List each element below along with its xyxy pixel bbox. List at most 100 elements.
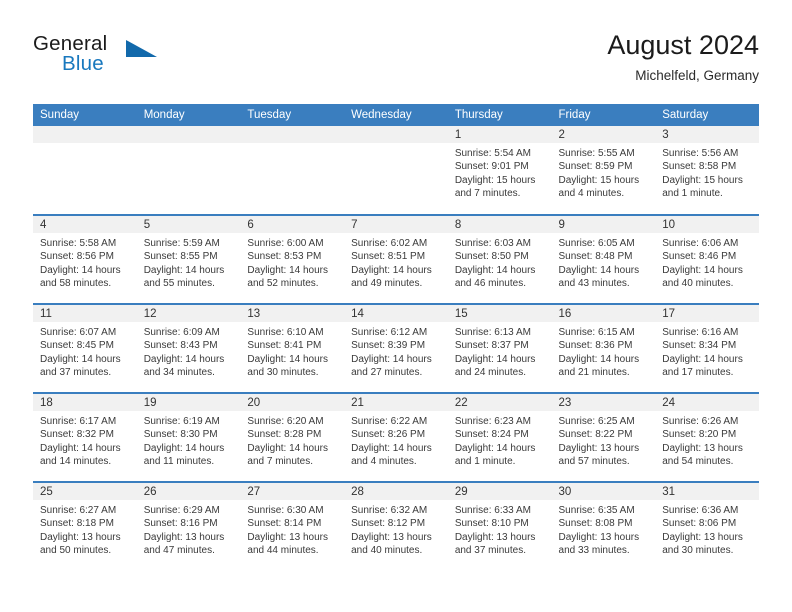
sunrise-text: Sunrise: 5:59 AM — [143, 238, 220, 249]
calendar-day-cell[interactable]: 23 Sunrise: 6:25 AM Sunset: 8:22 PM Dayligh… — [551, 392, 656, 482]
calendar-day-cell[interactable]: 21 Sunrise: 6:22 AM Sunset: 8:26 PM Dayligh… — [344, 392, 448, 482]
day-number: 26 — [136, 483, 241, 500]
day-number: 18 — [33, 394, 137, 411]
calendar-day-cell[interactable]: 4 Sunrise: 5:58 AM Sunset: 8:56 PM Daylight… — [33, 214, 137, 304]
sunrise-text: Sunrise: 6:16 AM — [662, 327, 739, 338]
calendar-day-cell[interactable]: 3 Sunrise: 5:56 AM Sunset: 8:58 PM Daylight… — [655, 126, 759, 215]
day-cell-details: Sunrise: 6:12 AM Sunset: 8:39 PM Daylight:… — [344, 322, 448, 379]
calendar-day-cell[interactable]: 12 Sunrise: 6:09 AM Sunset: 8:43 PM Dayligh… — [136, 303, 241, 393]
calendar-day-cell[interactable]: 20 Sunrise: 6:20 AM Sunset: 8:28 PM Dayligh… — [240, 392, 345, 482]
day-number: 29 — [447, 483, 552, 500]
calendar-empty-cell — [33, 126, 137, 215]
weekday-header-row: Sunday Monday Tuesday Wednesday Thursday… — [33, 104, 759, 126]
daylight-text-cont: and 4 minutes. — [558, 187, 625, 199]
calendar-day-cell[interactable]: 2 Sunrise: 5:55 AM Sunset: 8:59 PM Daylight… — [551, 126, 656, 215]
day-cell-inner: 25 Sunrise: 6:27 AM Sunset: 8:18 PM Dayligh… — [33, 483, 137, 571]
sunset-text: Sunset: 8:28 PM — [247, 429, 322, 441]
sunrise-text: Sunrise: 6:12 AM — [351, 327, 428, 338]
calendar-day-cell[interactable]: 5 Sunrise: 5:59 AM Sunset: 8:55 PM Daylight… — [136, 214, 241, 304]
sunset-text: Sunset: 8:41 PM — [247, 340, 322, 352]
day-cell-inner: 31 Sunrise: 6:36 AM Sunset: 8:06 PM Dayligh… — [655, 483, 759, 571]
sunrise-text: Sunrise: 5:55 AM — [558, 148, 635, 159]
daylight-text-cont: and 40 minutes. — [351, 544, 423, 556]
daylight-text: Daylight: 14 hours — [454, 353, 536, 365]
calendar-day-cell[interactable]: 26 Sunrise: 6:29 AM Sunset: 8:16 PM Dayligh… — [136, 481, 241, 571]
calendar-day-cell[interactable]: 15 Sunrise: 6:13 AM Sunset: 8:37 PM Dayligh… — [447, 303, 552, 393]
sunrise-text: Sunrise: 6:33 AM — [454, 505, 531, 516]
day-number: 8 — [447, 216, 552, 233]
day-cell-details: Sunrise: 6:17 AM Sunset: 8:32 PM Daylight:… — [33, 411, 137, 468]
calendar-day-cell[interactable]: 13 Sunrise: 6:10 AM Sunset: 8:41 PM Dayligh… — [240, 303, 345, 393]
sunset-text: Sunset: 8:16 PM — [143, 518, 218, 530]
calendar-day-cell[interactable]: 27 Sunrise: 6:30 AM Sunset: 8:14 PM Dayligh… — [240, 481, 345, 571]
daylight-text-cont: and 30 minutes. — [662, 544, 734, 556]
weekday-header-monday: Monday — [136, 104, 241, 126]
calendar-body: 1 Sunrise: 5:54 AM Sunset: 9:01 PM Daylight… — [33, 126, 759, 571]
calendar-day-cell[interactable]: 16 Sunrise: 6:15 AM Sunset: 8:36 PM Dayligh… — [551, 303, 656, 393]
calendar-day-cell[interactable]: 25 Sunrise: 6:27 AM Sunset: 8:18 PM Dayligh… — [33, 481, 137, 571]
calendar-day-cell[interactable]: 28 Sunrise: 6:32 AM Sunset: 8:12 PM Dayligh… — [344, 481, 448, 571]
sunrise-text: Sunrise: 6:22 AM — [351, 416, 428, 427]
sunset-text: Sunset: 8:34 PM — [662, 340, 737, 352]
sunset-text: Sunset: 8:30 PM — [143, 429, 218, 441]
daylight-text-cont: and 46 minutes. — [454, 277, 526, 289]
day-cell-details: Sunrise: 6:23 AM Sunset: 8:24 PM Daylight:… — [448, 411, 552, 468]
daylight-text-cont: and 55 minutes. — [143, 277, 215, 289]
calendar-day-cell[interactable]: 10 Sunrise: 6:06 AM Sunset: 8:46 PM Dayligh… — [655, 214, 759, 304]
brand-logo[interactable]: General Blue — [33, 32, 253, 92]
daylight-text-cont: and 37 minutes. — [40, 366, 112, 378]
daylight-text: Daylight: 14 hours — [351, 442, 432, 454]
daylight-text-cont: and 54 minutes. — [662, 455, 734, 467]
day-number: 7 — [344, 216, 448, 233]
daylight-text: Daylight: 13 hours — [662, 442, 743, 454]
day-cell-inner: 15 Sunrise: 6:13 AM Sunset: 8:37 PM Dayligh… — [447, 305, 552, 392]
daylight-text-cont: and 21 minutes. — [558, 366, 630, 378]
sunrise-text: Sunrise: 6:00 AM — [247, 238, 324, 249]
daylight-text: Daylight: 14 hours — [558, 353, 640, 365]
day-cell-inner: 17 Sunrise: 6:16 AM Sunset: 8:34 PM Dayligh… — [655, 305, 759, 392]
calendar-day-cell[interactable]: 19 Sunrise: 6:19 AM Sunset: 8:30 PM Dayligh… — [136, 392, 241, 482]
sunrise-text: Sunrise: 6:23 AM — [454, 416, 531, 427]
calendar-day-cell[interactable]: 17 Sunrise: 6:16 AM Sunset: 8:34 PM Dayligh… — [655, 303, 759, 393]
sunset-text: Sunset: 8:53 PM — [247, 251, 322, 263]
sunrise-text: Sunrise: 6:03 AM — [454, 238, 531, 249]
sunset-text: Sunset: 8:20 PM — [662, 429, 737, 441]
sunset-text: Sunset: 8:08 PM — [558, 518, 633, 530]
daylight-text-cont: and 33 minutes. — [558, 544, 630, 556]
calendar-day-cell[interactable]: 7 Sunrise: 6:02 AM Sunset: 8:51 PM Daylight… — [344, 214, 448, 304]
sunset-text: Sunset: 8:18 PM — [40, 518, 114, 530]
calendar-day-cell[interactable]: 29 Sunrise: 6:33 AM Sunset: 8:10 PM Dayligh… — [447, 481, 552, 571]
calendar-day-cell[interactable]: 1 Sunrise: 5:54 AM Sunset: 9:01 PM Daylight… — [447, 126, 552, 215]
sunset-text: Sunset: 8:50 PM — [454, 251, 529, 263]
calendar-day-cell[interactable]: 24 Sunrise: 6:26 AM Sunset: 8:20 PM Dayligh… — [655, 392, 759, 482]
sunrise-text: Sunrise: 6:06 AM — [662, 238, 739, 249]
daylight-text: Daylight: 14 hours — [40, 442, 121, 454]
calendar-week-row: 1 Sunrise: 5:54 AM Sunset: 9:01 PM Daylight… — [33, 126, 759, 215]
calendar-day-cell[interactable]: 14 Sunrise: 6:12 AM Sunset: 8:39 PM Dayligh… — [344, 303, 448, 393]
sunrise-text: Sunrise: 6:35 AM — [558, 505, 635, 516]
day-cell-inner: 18 Sunrise: 6:17 AM Sunset: 8:32 PM Dayligh… — [33, 394, 137, 481]
day-number: 25 — [33, 483, 137, 500]
calendar-day-cell[interactable]: 9 Sunrise: 6:05 AM Sunset: 8:48 PM Daylight… — [551, 214, 656, 304]
day-cell-inner: 28 Sunrise: 6:32 AM Sunset: 8:12 PM Dayligh… — [344, 483, 448, 571]
calendar-day-cell[interactable]: 22 Sunrise: 6:23 AM Sunset: 8:24 PM Dayligh… — [447, 392, 552, 482]
daylight-text: Daylight: 13 hours — [351, 531, 432, 543]
day-cell-details: Sunrise: 6:15 AM Sunset: 8:36 PM Daylight:… — [552, 322, 656, 379]
calendar-day-cell[interactable]: 11 Sunrise: 6:07 AM Sunset: 8:45 PM Dayligh… — [33, 303, 137, 393]
day-cell-details: Sunrise: 5:59 AM Sunset: 8:55 PM Daylight:… — [137, 233, 241, 290]
weekday-header-wednesday: Wednesday — [344, 104, 448, 126]
daylight-text-cont: and 58 minutes. — [40, 277, 112, 289]
daylight-text: Daylight: 14 hours — [351, 264, 432, 276]
daylight-text: Daylight: 13 hours — [247, 531, 329, 543]
day-cell-inner: 13 Sunrise: 6:10 AM Sunset: 8:41 PM Dayligh… — [240, 305, 345, 392]
day-number: 3 — [655, 126, 759, 143]
weekday-header-thursday: Thursday — [447, 104, 552, 126]
calendar-week-row: 18 Sunrise: 6:17 AM Sunset: 8:32 PM Dayligh… — [33, 392, 759, 482]
sunrise-text: Sunrise: 6:36 AM — [662, 505, 739, 516]
calendar-grid: Sunday Monday Tuesday Wednesday Thursday… — [33, 104, 759, 571]
calendar-day-cell[interactable]: 18 Sunrise: 6:17 AM Sunset: 8:32 PM Dayligh… — [33, 392, 137, 482]
calendar-day-cell[interactable]: 6 Sunrise: 6:00 AM Sunset: 8:53 PM Daylight… — [240, 214, 345, 304]
calendar-day-cell[interactable]: 31 Sunrise: 6:36 AM Sunset: 8:06 PM Dayligh… — [655, 481, 759, 571]
calendar-day-cell[interactable]: 8 Sunrise: 6:03 AM Sunset: 8:50 PM Daylight… — [447, 214, 552, 304]
calendar-day-cell[interactable]: 30 Sunrise: 6:35 AM Sunset: 8:08 PM Dayligh… — [551, 481, 656, 571]
